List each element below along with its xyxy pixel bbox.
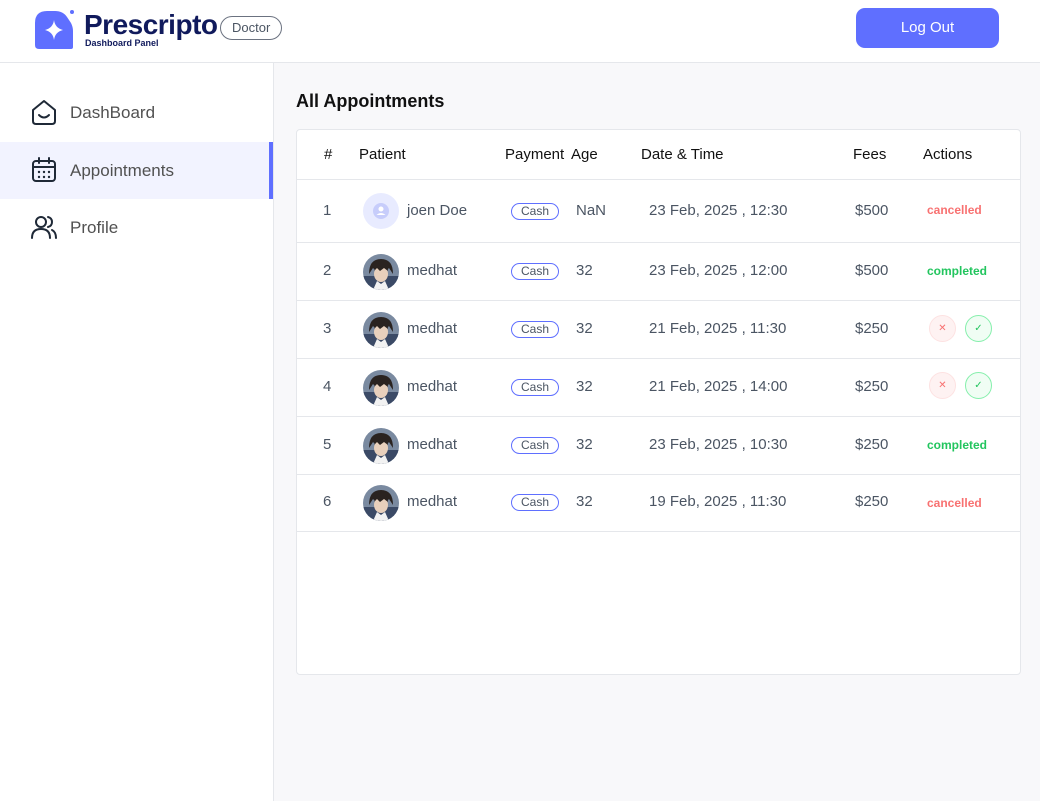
row-number: 2 — [323, 262, 332, 279]
close-icon: ✕ — [938, 323, 947, 334]
avatar — [363, 428, 399, 464]
column-header-actions: Actions — [923, 146, 973, 163]
row-number: 1 — [323, 202, 332, 219]
brand-name: Prescripto — [84, 9, 218, 40]
patient-age: 32 — [576, 493, 593, 510]
sidebar-item-appointments[interactable]: Appointments — [0, 142, 273, 199]
cancel-appointment-button[interactable]: ✕ — [929, 315, 956, 342]
column-header-age: Age — [571, 146, 598, 163]
user-icon — [373, 203, 389, 219]
avatar — [363, 312, 399, 348]
appointment-datetime: 19 Feb, 2025 , 11:30 — [649, 493, 787, 510]
brand-subtitle: Dashboard Panel — [85, 38, 159, 48]
appointment-fees: $500 — [855, 262, 889, 279]
payment-badge: Cash — [511, 437, 560, 454]
appointment-datetime: 23 Feb, 2025 , 10:30 — [649, 436, 788, 453]
sidebar-item-label: Appointments — [70, 161, 174, 180]
appointment-datetime: 23 Feb, 2025 , 12:00 — [649, 262, 788, 279]
patient-name: medhat — [407, 378, 458, 395]
status-completed: completed — [927, 438, 988, 452]
avatar — [363, 370, 399, 406]
appointment-fees: $250 — [855, 436, 889, 453]
check-icon: ✓ — [974, 323, 983, 334]
role-badge: Doctor — [220, 16, 283, 40]
calendar-icon — [32, 157, 56, 182]
appointment-fees: $500 — [855, 202, 889, 219]
sidebar-item-dashboard[interactable]: DashBoard — [0, 84, 273, 141]
appointment-datetime: 21 Feb, 2025 , 11:30 — [649, 320, 787, 337]
payment-badge: Cash — [511, 321, 560, 338]
avatar — [363, 193, 399, 229]
home-icon — [32, 100, 56, 125]
row-number: 3 — [323, 320, 332, 337]
appointment-datetime: 23 Feb, 2025 , 12:30 — [649, 202, 788, 219]
status-cancelled: cancelled — [927, 496, 982, 510]
appointment-fees: $250 — [855, 320, 889, 337]
row-number: 4 — [323, 378, 332, 395]
complete-appointment-button[interactable]: ✓ — [965, 372, 992, 399]
patient-name: medhat — [407, 493, 458, 510]
table-row: 1 joen Doe Cash NaN 23 Feb, 2025 , 12:30… — [297, 180, 1020, 243]
row-number: 6 — [323, 493, 332, 510]
patient-age: 32 — [576, 436, 593, 453]
sidebar: DashBoard Appointments Profile — [0, 63, 274, 801]
column-header-number: # — [324, 146, 333, 163]
row-number: 5 — [323, 436, 332, 453]
close-icon: ✕ — [938, 380, 947, 391]
column-header-datetime: Date & Time — [641, 146, 724, 163]
sidebar-item-profile[interactable]: Profile — [0, 199, 273, 256]
column-header-patient: Patient — [359, 146, 406, 163]
table-row: 3 medhat Cash 32 21 Feb, 2025 , 11:30 $2… — [297, 301, 1020, 359]
patient-age: 32 — [576, 262, 593, 279]
payment-badge: Cash — [511, 203, 560, 220]
table-row: 2 medhat Cash 32 23 Feb, 2025 , 12:00 $5… — [297, 243, 1020, 301]
complete-appointment-button[interactable]: ✓ — [965, 315, 992, 342]
appointments-table: # Patient Payment Age Date & Time Fees A… — [296, 129, 1021, 675]
payment-badge: Cash — [511, 263, 560, 280]
people-icon — [31, 216, 57, 239]
status-cancelled: cancelled — [927, 203, 982, 217]
patient-photo — [363, 370, 399, 406]
logo-icon — [35, 10, 74, 49]
page-title: All Appointments — [296, 91, 445, 111]
patient-name: medhat — [407, 436, 458, 453]
status-completed: completed — [927, 264, 988, 278]
patient-name: joen Doe — [407, 202, 468, 219]
patient-age: 32 — [576, 378, 593, 395]
column-header-payment: Payment — [505, 146, 565, 163]
table-row: 5 medhat Cash 32 23 Feb, 2025 , 10:30 $2… — [297, 417, 1020, 475]
patient-photo — [363, 428, 399, 464]
cancel-appointment-button[interactable]: ✕ — [929, 372, 956, 399]
appointment-fees: $250 — [855, 378, 889, 395]
table-row: 4 medhat Cash 32 21 Feb, 2025 , 14:00 $2… — [297, 359, 1020, 417]
top-navbar: Prescripto Dashboard Panel Doctor Log Ou… — [0, 0, 1040, 63]
avatar — [363, 254, 399, 290]
patient-name: medhat — [407, 262, 458, 279]
column-header-fees: Fees — [853, 146, 887, 163]
check-icon: ✓ — [974, 380, 983, 391]
patient-photo — [363, 312, 399, 348]
sidebar-item-label: DashBoard — [70, 103, 156, 122]
patient-photo — [363, 485, 399, 521]
appointment-datetime: 21 Feb, 2025 , 14:00 — [649, 378, 788, 395]
table-row: 6 medhat Cash 32 19 Feb, 2025 , 11:30 $2… — [297, 475, 1020, 532]
appointment-fees: $250 — [855, 493, 889, 510]
patient-photo — [363, 254, 399, 290]
patient-age: NaN — [576, 202, 607, 219]
payment-badge: Cash — [511, 379, 560, 396]
avatar — [363, 485, 399, 521]
logout-button[interactable]: Log Out — [856, 8, 999, 48]
sidebar-item-label: Profile — [70, 218, 119, 237]
patient-age: 32 — [576, 320, 593, 337]
patient-name: medhat — [407, 320, 458, 337]
payment-badge: Cash — [511, 494, 560, 511]
